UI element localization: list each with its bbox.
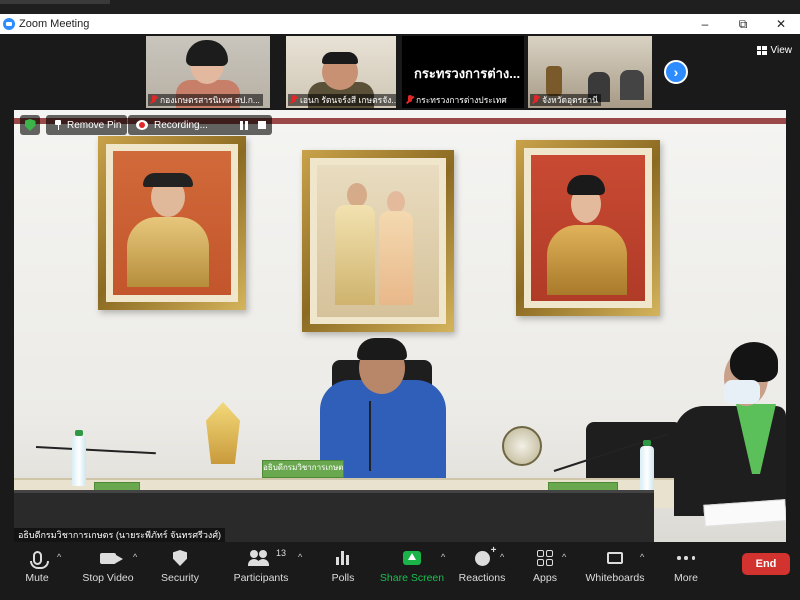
shield-check-icon	[24, 119, 36, 131]
cloud-recording-icon	[136, 120, 148, 130]
apps-options-caret[interactable]: ^	[562, 552, 570, 562]
active-speaker-name: อธิบดีกรมวิชาการเกษตร (นายระพีภัทร์ จันท…	[14, 528, 226, 542]
water-bottle	[72, 430, 86, 486]
participants-options-caret[interactable]: ^	[298, 552, 306, 562]
participant-tile[interactable]: กองเกษตรสารนิเทศ สป.ก...	[146, 36, 270, 108]
participant-name: กองเกษตรสารนิเทศ สป.ก...	[148, 94, 263, 106]
recording-indicator: Recording...	[128, 115, 272, 135]
maximize-button[interactable]: ⧉	[724, 14, 762, 34]
reactions-options-caret[interactable]: ^	[500, 552, 508, 562]
participant-count: 13	[275, 548, 286, 558]
polls-button[interactable]: Polls	[308, 546, 378, 584]
participant-tile[interactable]: เอนก รัตนจร์งสี เกษตรจัง...	[286, 36, 396, 108]
zoom-window: Zoom Meeting – ⧉ ✕ กองเกษตรสารนิเทศ สป.ก…	[0, 0, 800, 600]
security-status-button[interactable]	[20, 115, 40, 135]
shield-icon	[173, 550, 187, 566]
recording-label: Recording...	[154, 119, 208, 131]
whiteboards-options-caret[interactable]: ^	[640, 552, 648, 562]
close-button[interactable]: ✕	[762, 14, 800, 34]
zoom-logo-icon	[3, 18, 15, 30]
gallery-strip: กองเกษตรสารนิเทศ สป.ก... เอนก รัตนจร์งสี…	[0, 34, 800, 110]
end-meeting-button[interactable]: End	[742, 553, 790, 575]
portrait-frame	[98, 136, 246, 310]
view-button[interactable]: View	[756, 42, 793, 58]
window-controls: – ⧉ ✕	[686, 14, 800, 34]
microphone-icon	[29, 551, 49, 569]
security-button[interactable]: Security	[145, 546, 215, 584]
audio-options-caret[interactable]: ^	[57, 552, 65, 562]
chevron-right-icon: ›	[673, 64, 679, 80]
polls-icon	[336, 551, 350, 565]
remove-pin-button[interactable]: Remove Pin	[46, 115, 128, 135]
share-screen-button[interactable]: Share Screen	[377, 546, 447, 584]
stop-recording-button[interactable]	[258, 121, 266, 129]
participant-display-name: กระทรวงการต่าง...	[414, 66, 521, 81]
participants-button[interactable]: 13 Participants	[226, 546, 296, 584]
title-bar: Zoom Meeting – ⧉ ✕	[0, 14, 800, 34]
window-title: Zoom Meeting	[19, 18, 90, 30]
portrait-frame	[302, 150, 454, 332]
portrait-frame	[516, 140, 660, 316]
muted-mic-icon	[532, 95, 540, 105]
next-page-button[interactable]: ›	[664, 60, 688, 84]
whiteboard-icon	[607, 552, 623, 564]
participant-tile[interactable]: จังหวัดอุดรธานี	[528, 36, 652, 108]
video-camera-icon	[100, 552, 123, 564]
meeting-toolbar: Mute ^ Stop Video ^ Security 13 Particip…	[0, 542, 800, 600]
more-button[interactable]: More	[651, 546, 721, 584]
participant-name: กระทรวงการต่างประเทศ	[404, 94, 510, 106]
reactions-icon	[474, 545, 496, 566]
video-options-caret[interactable]: ^	[133, 552, 141, 562]
apps-icon	[537, 550, 553, 566]
participant-name: จังหวัดอุดรธานี	[530, 94, 601, 106]
remove-pin-label: Remove Pin	[67, 119, 122, 131]
participant-name: เอนก รัตนจร์งสี เกษตรจัง...	[288, 94, 396, 106]
participants-icon	[248, 550, 272, 566]
participant-tile[interactable]: กระทรวงการต่าง... กระทรวงการต่างประเทศ	[402, 36, 524, 108]
pause-recording-button[interactable]	[240, 120, 248, 130]
pin-icon	[54, 120, 62, 130]
nameplate-center: อธิบดีกรมวิชาการเกษตร	[262, 460, 344, 478]
main-video[interactable]: อธิบดีกรมวิชาการเกษตร Remove Pin Recordi…	[14, 110, 786, 542]
emblem	[502, 426, 542, 466]
muted-mic-icon	[150, 95, 158, 105]
grid-view-icon	[756, 45, 767, 55]
more-icon	[677, 556, 695, 560]
view-label: View	[770, 44, 793, 56]
desktop-strip	[0, 0, 800, 14]
muted-mic-icon	[290, 95, 298, 105]
minimize-button[interactable]: –	[686, 14, 724, 34]
share-screen-icon	[403, 551, 421, 565]
muted-mic-icon	[406, 95, 414, 105]
